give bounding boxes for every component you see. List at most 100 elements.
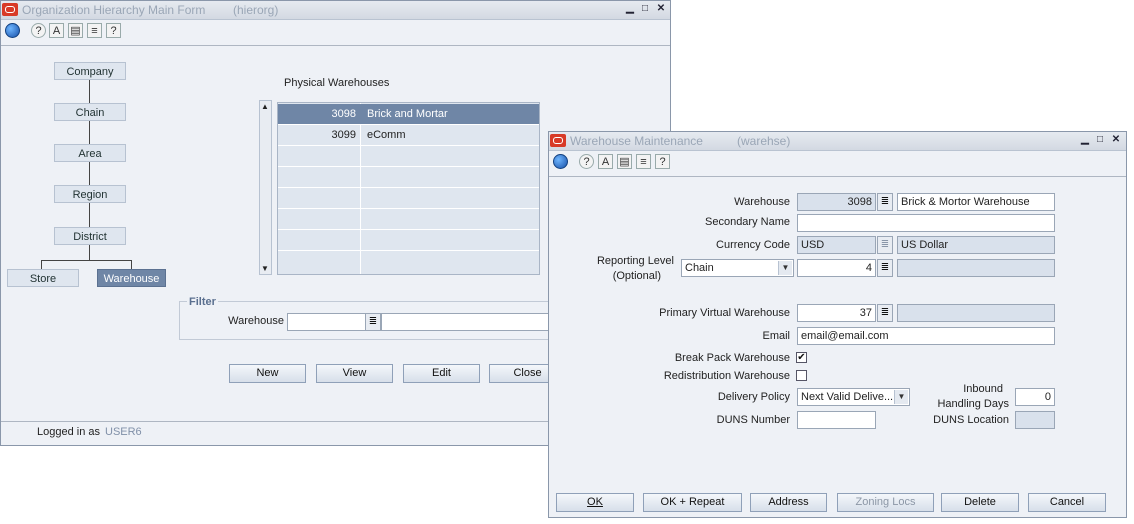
close-icon[interactable]: ✕	[655, 3, 667, 15]
hierarchy-store[interactable]: Store	[7, 269, 79, 287]
reporting-level-optional-label: (Optional)	[612, 270, 661, 282]
filter-title: Filter	[187, 296, 218, 308]
hierarchy-district[interactable]: District	[54, 227, 126, 245]
scroll-up-icon[interactable]: ▲	[261, 102, 269, 111]
reporting-level-select[interactable]: Chain ▼	[681, 259, 794, 277]
minimize-icon[interactable]: ▁	[1079, 134, 1091, 146]
secondary-name-label: Secondary Name	[705, 216, 790, 228]
edit-button[interactable]: Edit	[403, 364, 480, 383]
duns-number-field[interactable]	[797, 411, 876, 429]
globe-icon[interactable]	[553, 154, 568, 169]
toolbar-divider	[1, 45, 670, 46]
chevron-down-icon[interactable]: ▼	[778, 261, 792, 275]
grid-row-divider	[278, 250, 539, 251]
grid-row-divider	[278, 187, 539, 188]
close-icon[interactable]: ✕	[1110, 134, 1122, 146]
help-circle-icon[interactable]: ?	[579, 154, 594, 169]
warehouse-maintenance-window: Warehouse Maintenance (warehse) ▁ □ ✕ ? …	[548, 131, 1127, 518]
reporting-level-id-field[interactable]: 4	[797, 259, 876, 277]
redistribution-label: Redistribution Warehouse	[663, 370, 790, 382]
toolbar-divider	[549, 176, 1126, 177]
help-circle-icon[interactable]: ?	[31, 23, 46, 38]
globe-icon[interactable]	[5, 23, 20, 38]
duns-location-field[interactable]	[1015, 411, 1055, 429]
primary-vwh-field[interactable]: 37	[797, 304, 876, 322]
redistribution-checkbox[interactable]	[796, 370, 807, 381]
filter-warehouse-label: Warehouse	[228, 315, 284, 327]
view-button[interactable]: View	[316, 364, 393, 383]
chevron-down-icon[interactable]: ▼	[894, 390, 908, 404]
main-window-title: Organization Hierarchy Main Form	[22, 3, 206, 17]
scroll-down-icon[interactable]: ▼	[261, 264, 269, 273]
break-pack-checkbox[interactable]: ✔	[796, 352, 807, 363]
tree-connector	[89, 80, 90, 103]
secondary-name-field[interactable]	[797, 214, 1055, 232]
table-cell-name[interactable]: eComm	[361, 125, 539, 145]
tree-connector	[89, 203, 90, 227]
minimize-icon[interactable]: ▁	[624, 3, 636, 15]
lov-icon[interactable]: ≣	[877, 304, 893, 322]
grid-scrollbar[interactable]: ▲ ▼	[259, 100, 272, 275]
delete-button[interactable]: Delete	[941, 493, 1019, 512]
maximize-icon[interactable]: □	[1094, 134, 1106, 146]
tree-connector	[89, 162, 90, 185]
spellcheck-icon[interactable]: A	[598, 154, 613, 169]
primary-vwh-desc-field	[897, 304, 1055, 322]
reporting-level-desc-field	[897, 259, 1055, 277]
table-cell-name[interactable]: Brick and Mortar	[361, 104, 539, 124]
duns-location-label: DUNS Location	[933, 414, 1009, 426]
currency-desc-field: US Dollar	[897, 236, 1055, 254]
handling-days-label: Handling Days	[937, 398, 1009, 410]
reporting-level-label: Reporting Level	[596, 255, 674, 267]
detail-window-form-id: (warehse)	[737, 134, 791, 148]
hierarchy-region[interactable]: Region	[54, 185, 126, 203]
lov-icon[interactable]: ≣	[365, 313, 381, 331]
main-window-form-id: (hierorg)	[233, 3, 279, 17]
tree-connector	[41, 260, 131, 261]
grid-title: Physical Warehouses	[284, 77, 390, 89]
table-cell-id[interactable]: 3098	[278, 104, 360, 124]
lov-icon[interactable]: ≣	[877, 193, 893, 211]
ok-button[interactable]: OK	[556, 493, 634, 512]
cancel-button[interactable]: Cancel	[1028, 493, 1106, 512]
lov-icon: ≣	[877, 236, 893, 254]
question-icon[interactable]: ?	[106, 23, 121, 38]
grid-row-divider	[278, 208, 539, 209]
maximize-icon[interactable]: □	[639, 3, 651, 15]
warehouse-label: Warehouse	[734, 196, 790, 208]
main-title-bar: Organization Hierarchy Main Form (hieror…	[1, 1, 670, 20]
document-icon[interactable]: ▤	[617, 154, 632, 169]
tree-connector	[131, 260, 132, 269]
lov-icon[interactable]: ≣	[877, 259, 893, 277]
email-label: Email	[762, 330, 790, 342]
ok-repeat-button[interactable]: OK + Repeat	[643, 493, 742, 512]
question-icon[interactable]: ?	[655, 154, 670, 169]
grid-row-divider	[278, 145, 539, 146]
document-icon[interactable]: ▤	[68, 23, 83, 38]
zoning-locs-button: Zoning Locs	[837, 493, 934, 512]
oracle-logo-icon	[2, 3, 18, 16]
warehouse-grid: 3098 Brick and Mortar 3099 eComm	[277, 102, 540, 275]
inbound-days-field[interactable]: 0	[1015, 388, 1055, 406]
table-cell-id[interactable]: 3099	[278, 125, 360, 145]
hierarchy-company[interactable]: Company	[54, 62, 126, 80]
duns-number-label: DUNS Number	[716, 414, 790, 426]
new-button[interactable]: New	[229, 364, 306, 383]
hierarchy-warehouse[interactable]: Warehouse	[97, 269, 166, 287]
delivery-policy-select[interactable]: Next Valid Delive... ▼	[797, 388, 910, 406]
warehouse-name-field[interactable]: Brick & Mortor Warehouse	[897, 193, 1055, 211]
hierarchy-area[interactable]: Area	[54, 144, 126, 162]
filter-warehouse-desc[interactable]	[381, 313, 551, 331]
filter-warehouse-input[interactable]	[287, 313, 366, 331]
hierarchy-chain[interactable]: Chain	[54, 103, 126, 121]
grid-row-divider	[278, 229, 539, 230]
list-icon[interactable]: ≡	[636, 154, 651, 169]
logged-in-label: Logged in as	[37, 426, 100, 438]
tree-connector	[41, 260, 42, 269]
email-field[interactable]: email@email.com	[797, 327, 1055, 345]
address-button[interactable]: Address	[750, 493, 827, 512]
logged-in-user: USER6	[105, 426, 142, 438]
spellcheck-icon[interactable]: A	[49, 23, 64, 38]
currency-code-label: Currency Code	[716, 239, 790, 251]
list-icon[interactable]: ≡	[87, 23, 102, 38]
